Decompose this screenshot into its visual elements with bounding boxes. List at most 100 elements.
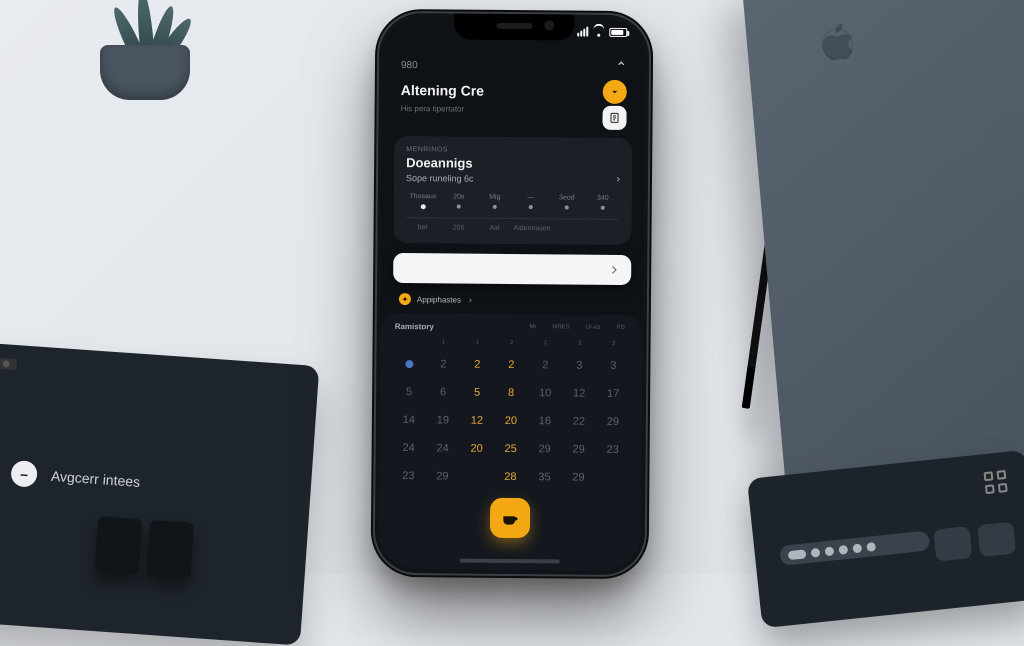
keypad-cell[interactable]: 10 <box>530 380 560 406</box>
day-col-5: 340 <box>597 195 609 202</box>
keypad-cell[interactable] <box>394 351 424 377</box>
tab-0[interactable]: Mr <box>525 322 540 332</box>
keypad-cell[interactable]: 5 <box>462 380 492 406</box>
document-button[interactable] <box>602 106 626 130</box>
keypad-cell[interactable]: 28 <box>495 464 525 490</box>
keypad-cell[interactable]: 29 <box>564 436 594 462</box>
tablet-blocks <box>94 516 194 579</box>
keypad-cell[interactable]: 2 <box>530 352 560 378</box>
tablet-widget: – Avgcerr intees <box>10 460 141 495</box>
coffee-icon <box>500 508 520 528</box>
phone-notch <box>454 13 574 40</box>
day-col-1: 20s <box>453 193 464 200</box>
keypad-cell[interactable]: 20 <box>462 436 492 462</box>
day-col-3: — <box>527 194 534 201</box>
keypad-header: 1 <box>429 335 459 349</box>
summary-card: Menrinos Doeannigs Sope runeling 6c › Th… <box>393 136 632 245</box>
chevron-right-icon: › <box>469 295 472 305</box>
keypad-cell[interactable]: 2 <box>462 352 492 378</box>
suggestion-text: Appiphastes <box>417 295 461 304</box>
keypad-header: 2 <box>531 336 561 350</box>
keypad-cell[interactable]: 3 <box>564 352 594 378</box>
keypad-cell[interactable]: 23 <box>393 463 423 489</box>
day-col-2: Mig <box>489 194 500 201</box>
keypad-cell[interactable]: 24 <box>394 435 424 461</box>
wifi-icon <box>592 27 605 37</box>
card-label: Menrinos <box>406 146 620 155</box>
keypad-cell[interactable]: 12 <box>564 380 594 406</box>
card-buttons <box>933 521 1016 561</box>
keypad-cell[interactable]: 19 <box>428 407 458 433</box>
keypad-cell[interactable]: 2 <box>428 351 458 377</box>
keypad-cell[interactable] <box>597 465 627 491</box>
card-pill <box>779 530 930 566</box>
spark-icon: ✦ <box>399 293 411 305</box>
keypad-cell[interactable]: 22 <box>564 408 594 434</box>
r2-1: 205 <box>442 224 476 231</box>
keypad-cell[interactable]: 14 <box>394 407 424 433</box>
keypad-header: 1 <box>463 336 493 350</box>
keypad-header: 3 <box>599 337 629 351</box>
widget-dot-icon: – <box>10 460 38 488</box>
keypad-cell[interactable]: 8 <box>496 380 526 406</box>
keypad-cell[interactable]: 25 <box>496 436 526 462</box>
card-subheading: Sope runeling 6c <box>406 173 474 184</box>
card-days-row: Thosaux 20s Mig — 3eod 340 <box>406 193 620 211</box>
keypad-tabs[interactable]: Mr MRES Ur-es PD <box>525 322 628 333</box>
keypad-cell[interactable]: 12 <box>462 408 492 434</box>
tablet-camera-icon <box>0 358 17 370</box>
card-arrow-icon[interactable]: › <box>617 174 620 185</box>
tab-3[interactable]: PD <box>612 323 628 333</box>
r2-2: Aid <box>478 225 512 232</box>
keypad-cell[interactable]: 6 <box>428 379 458 405</box>
keypad-cell[interactable]: 35 <box>529 464 559 490</box>
signal-icon <box>577 27 588 37</box>
keypad-cell[interactable]: 20 <box>496 408 526 434</box>
keypad-label: Ramistory <box>395 321 434 330</box>
apple-logo-icon <box>813 16 859 69</box>
widget-label: Avgcerr intees <box>50 468 140 490</box>
r2-0: bet <box>406 224 440 231</box>
page-title: Altening Cre <box>401 82 484 99</box>
expand-button[interactable] <box>603 80 627 104</box>
phone-frame: 9:30 980 ⌃ Altening Cre His pera tiperta… <box>375 13 650 575</box>
chevron-down-icon <box>609 86 621 98</box>
keypad-cell[interactable]: 5 <box>394 379 424 405</box>
suggestion-row[interactable]: ✦ Appiphastes › <box>399 293 625 307</box>
header-small-text: 980 <box>401 60 418 71</box>
tab-2[interactable]: Ur-es <box>582 323 605 333</box>
keypad-cell[interactable]: 3 <box>598 353 628 379</box>
plant-prop <box>90 0 210 110</box>
battery-icon <box>609 27 627 36</box>
keypad-cell[interactable]: 29 <box>427 463 457 489</box>
home-indicator[interactable] <box>460 559 560 564</box>
r2-3: Aidennason <box>514 225 620 233</box>
primary-action-button[interactable] <box>490 498 530 538</box>
keypad-grid[interactable]: 1122332222335658101217141912201622292424… <box>393 335 628 491</box>
arrow-right-icon <box>607 263 621 277</box>
badge-icon <box>403 358 415 370</box>
grid-icon <box>984 470 1008 494</box>
keypad-cell[interactable]: 29 <box>530 436 560 462</box>
page-subtitle: His pera tipertator <box>401 104 465 114</box>
keypad-cell[interactable]: 29 <box>563 464 593 490</box>
keypad-cell[interactable]: 2 <box>496 352 526 378</box>
tab-1[interactable]: MRES <box>548 322 573 332</box>
keypad-cell[interactable] <box>461 464 491 490</box>
collapse-icon[interactable]: ⌃ <box>615 59 627 76</box>
keypad-header <box>395 335 425 349</box>
card-prop <box>747 450 1024 628</box>
search-field[interactable] <box>393 253 631 285</box>
card-row2: bet 205 Aid Aidennason <box>406 224 620 233</box>
keypad-cell[interactable]: 16 <box>530 408 560 434</box>
keypad-cell[interactable]: 24 <box>428 435 458 461</box>
keypad-header: 3 <box>565 336 595 350</box>
macbook-prop <box>741 0 1024 516</box>
keypad-cell[interactable]: 23 <box>598 437 628 463</box>
day-col-0: Thosaux <box>409 193 436 200</box>
document-icon <box>608 111 620 125</box>
keypad-cell[interactable]: 17 <box>598 381 628 407</box>
keypad-header: 2 <box>497 336 527 350</box>
phone-screen: 980 ⌃ Altening Cre His pera tipertator M… <box>379 17 646 571</box>
keypad-cell[interactable]: 29 <box>598 409 628 435</box>
